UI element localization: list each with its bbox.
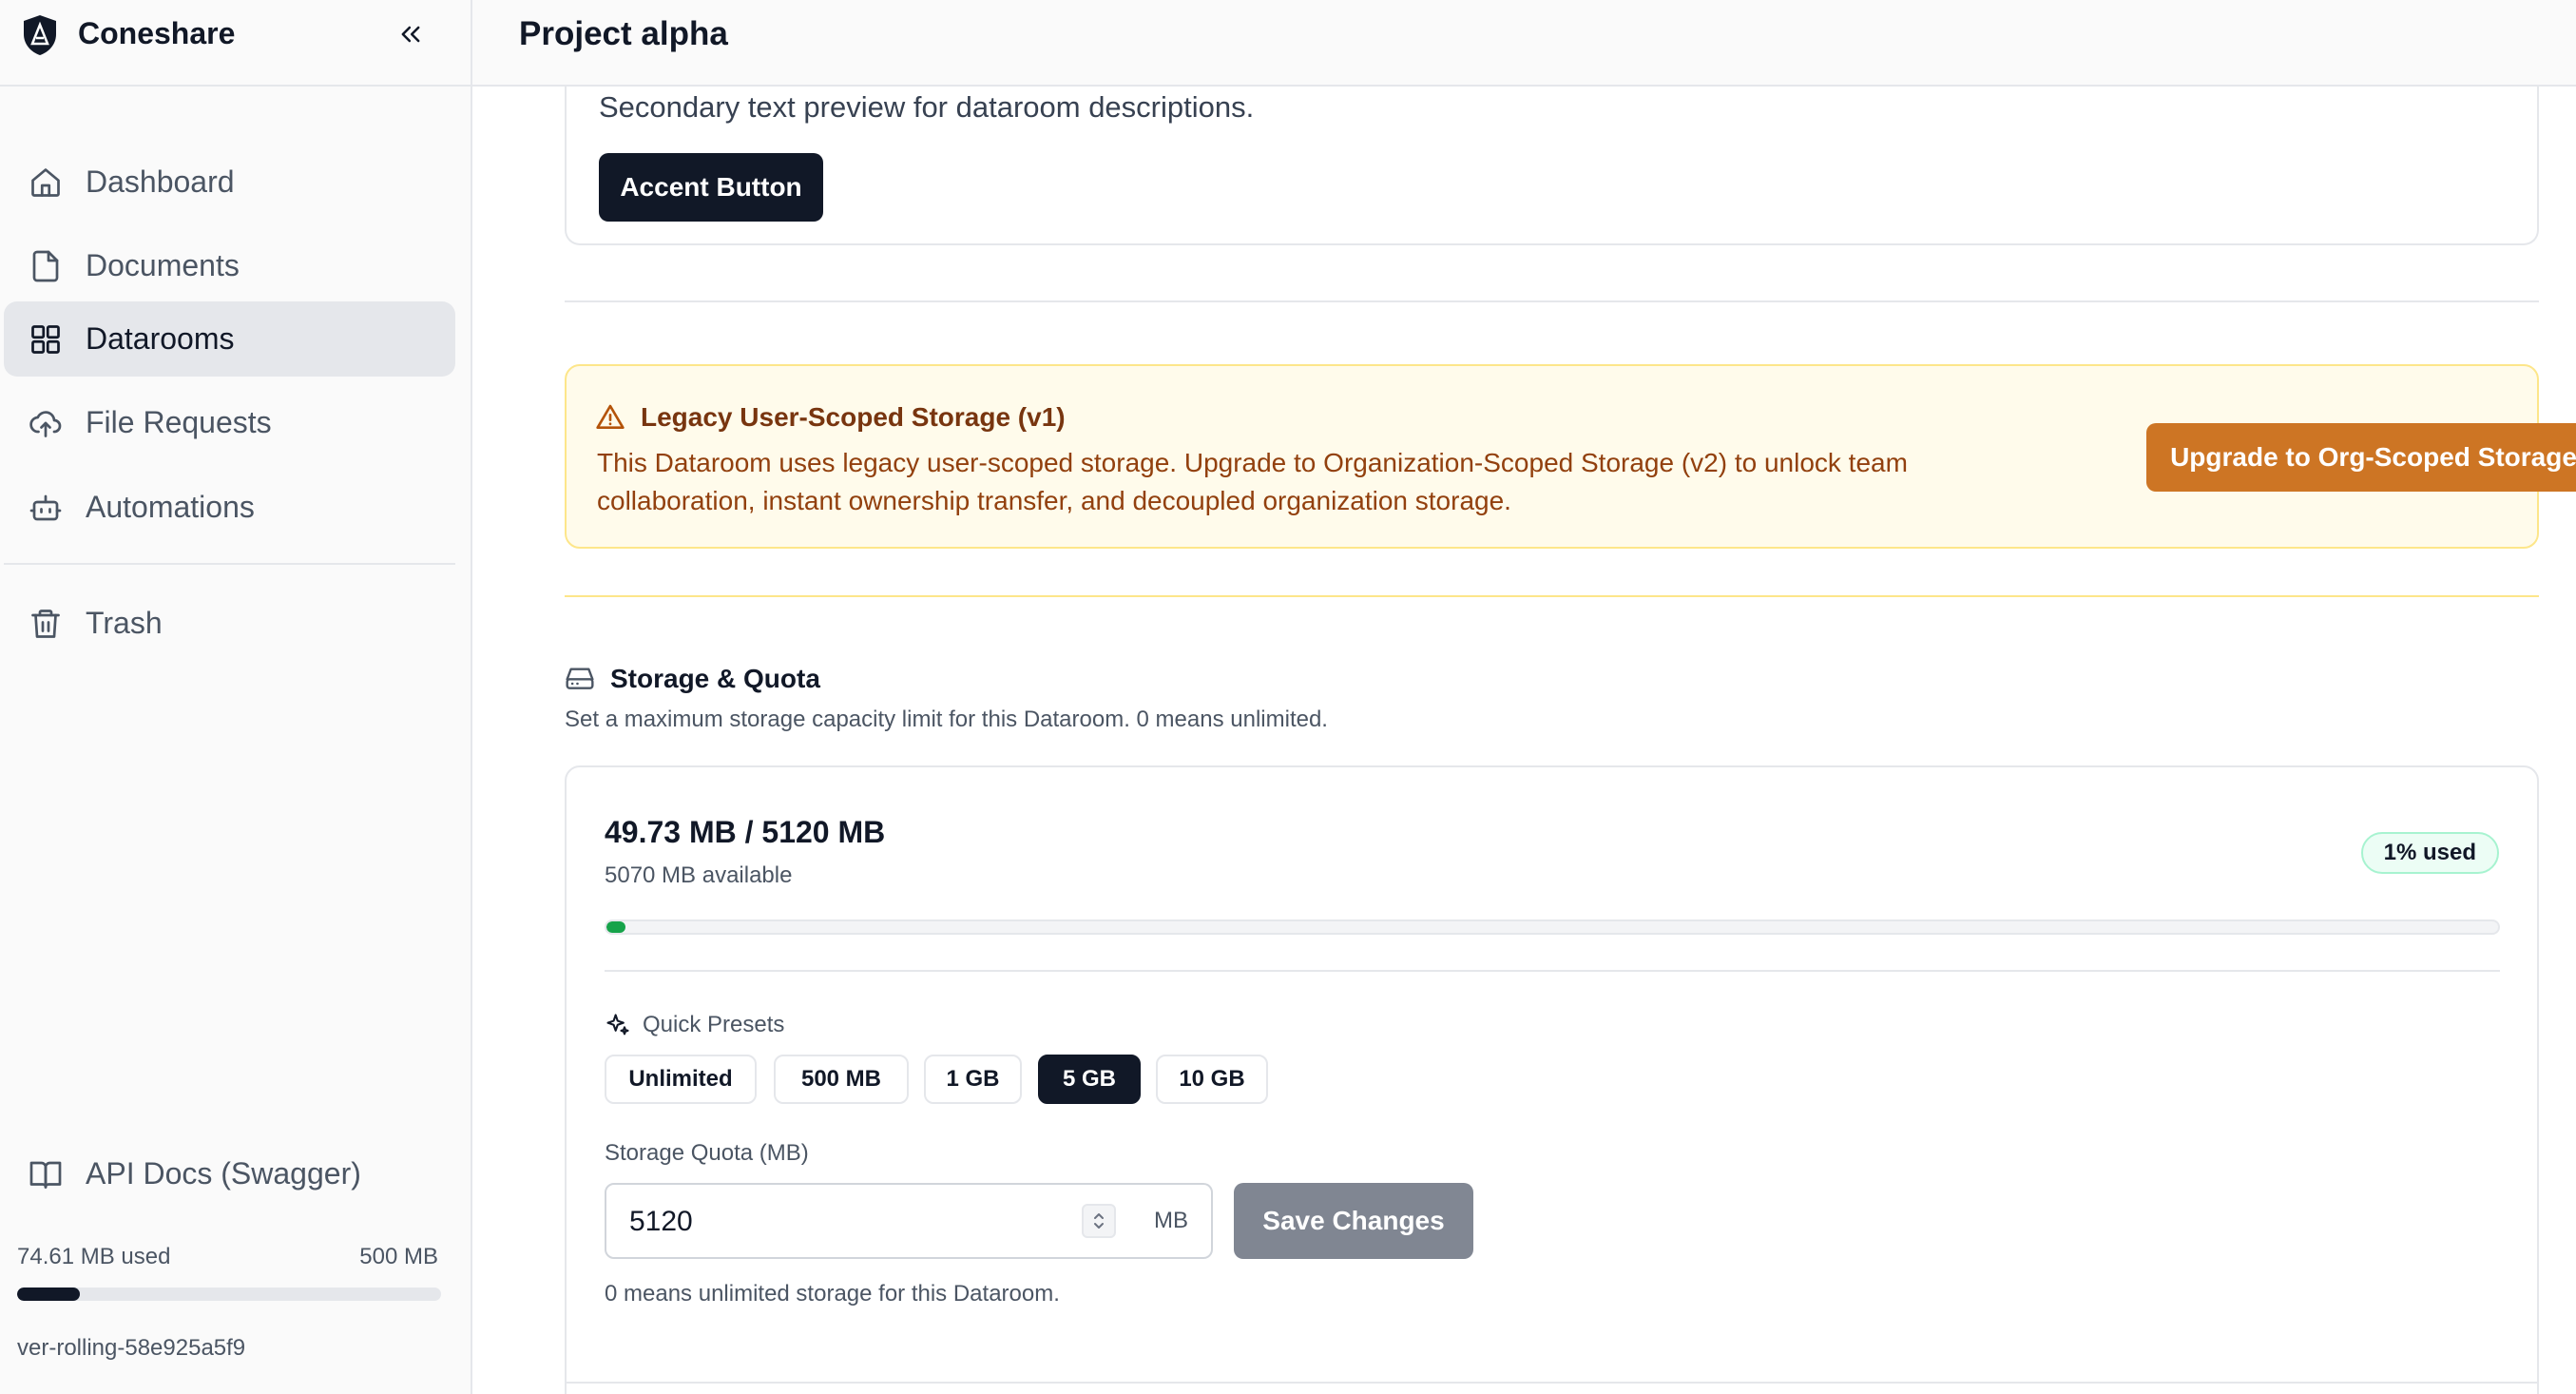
sidebar-item-automations[interactable]: Automations xyxy=(4,470,455,545)
trash-icon xyxy=(27,605,65,643)
sidebar-item-documents[interactable]: Documents xyxy=(4,228,455,303)
cloud-upload-icon xyxy=(27,404,65,442)
warning-body: This Dataroom uses legacy user-scoped st… xyxy=(597,448,1908,515)
storage-progress-fill xyxy=(606,921,625,933)
storage-usage-fill xyxy=(17,1288,81,1301)
storage-quota-value: 5120 xyxy=(629,1206,693,1237)
sidebar-item-label: Documents xyxy=(86,248,240,282)
main-content: Secondary text preview for dataroom desc… xyxy=(472,87,2576,1394)
storage-progress-bar xyxy=(605,920,2500,935)
sidebar-item-label: Dashboard xyxy=(86,165,235,199)
preset-10gb-button[interactable]: 10 GB xyxy=(1156,1055,1268,1104)
preset-1gb-button[interactable]: 1 GB xyxy=(924,1055,1022,1104)
accent-button[interactable]: Accent Button xyxy=(599,153,823,222)
sidebar: Coneshare Dashboard Documents Datarooms … xyxy=(0,0,472,1394)
storage-quota-card: 49.73 MB / 5120 MB 5070 MB available 1% … xyxy=(565,765,2539,1394)
storage-section-title: Storage & Quota xyxy=(610,664,820,693)
warning-triangle-icon xyxy=(595,402,625,433)
bot-icon xyxy=(27,489,65,527)
section-divider xyxy=(565,1382,2539,1384)
sidebar-item-label: Automations xyxy=(86,490,255,524)
preset-unlimited-button[interactable]: Unlimited xyxy=(605,1055,757,1104)
storage-quota-label: Storage Quota (MB) xyxy=(605,1140,809,1166)
preset-500mb-button[interactable]: 500 MB xyxy=(774,1055,909,1104)
warning-title: Legacy User-Scoped Storage (v1) xyxy=(641,402,1066,432)
sparkles-icon xyxy=(605,1012,631,1038)
card-divider xyxy=(605,970,2500,972)
sidebar-item-api-docs[interactable]: API Docs (Swagger) xyxy=(4,1136,455,1211)
section-divider xyxy=(565,595,2539,597)
storage-available-text: 5070 MB available xyxy=(605,862,793,888)
storage-total-label: 500 MB xyxy=(359,1244,438,1269)
sidebar-item-dashboard[interactable]: Dashboard xyxy=(4,145,455,220)
book-icon xyxy=(27,1155,65,1193)
top-header: Project alpha xyxy=(472,0,2576,87)
quota-hint-text: 0 means unlimited storage for this Datar… xyxy=(605,1281,1060,1307)
coneshare-logo-icon[interactable] xyxy=(21,13,59,57)
document-icon xyxy=(27,247,65,285)
home-icon xyxy=(27,164,65,202)
sidebar-item-label: Datarooms xyxy=(86,321,235,356)
section-divider xyxy=(565,300,2539,302)
page-title: Project alpha xyxy=(519,15,728,52)
storage-usage-bar xyxy=(17,1288,441,1301)
preset-5gb-button[interactable]: 5 GB xyxy=(1038,1055,1141,1104)
theme-preview-card: Secondary text preview for dataroom desc… xyxy=(565,87,2539,245)
sidebar-divider xyxy=(4,563,455,565)
brand-header: Coneshare xyxy=(0,0,471,87)
storage-usage-text: 49.73 MB / 5120 MB xyxy=(605,815,886,849)
storage-section-subtitle: Set a maximum storage capacity limit for… xyxy=(565,707,1328,732)
quota-unit-label: MB xyxy=(1154,1208,1188,1233)
sidebar-item-trash[interactable]: Trash xyxy=(4,586,455,661)
grid-icon xyxy=(27,320,65,358)
app-name: Coneshare xyxy=(78,16,236,50)
quick-presets-label: Quick Presets xyxy=(643,1012,785,1037)
sidebar-item-label: Trash xyxy=(86,606,163,640)
collapse-sidebar-icon[interactable] xyxy=(390,15,432,53)
upgrade-storage-button[interactable]: Upgrade to Org-Scoped Storage xyxy=(2146,423,2576,492)
sidebar-item-datarooms[interactable]: Datarooms xyxy=(4,301,455,377)
hard-drive-icon xyxy=(565,663,597,695)
save-changes-button[interactable]: Save Changes xyxy=(1234,1183,1473,1259)
storage-used-label: 74.61 MB used xyxy=(17,1244,171,1269)
legacy-storage-warning: Legacy User-Scoped Storage (v1) This Dat… xyxy=(565,364,2576,549)
sidebar-item-label: API Docs (Swagger) xyxy=(86,1156,361,1191)
storage-quota-input[interactable]: 5120 MB xyxy=(605,1183,1213,1259)
sidebar-item-file-requests[interactable]: File Requests xyxy=(4,385,455,460)
version-label: ver-rolling-58e925a5f9 xyxy=(17,1335,246,1361)
number-stepper-icon[interactable] xyxy=(1082,1204,1116,1238)
sidebar-item-label: File Requests xyxy=(86,405,272,439)
used-percent-badge: 1% used xyxy=(2360,832,2499,874)
preview-text: Secondary text preview for dataroom desc… xyxy=(599,90,1255,124)
